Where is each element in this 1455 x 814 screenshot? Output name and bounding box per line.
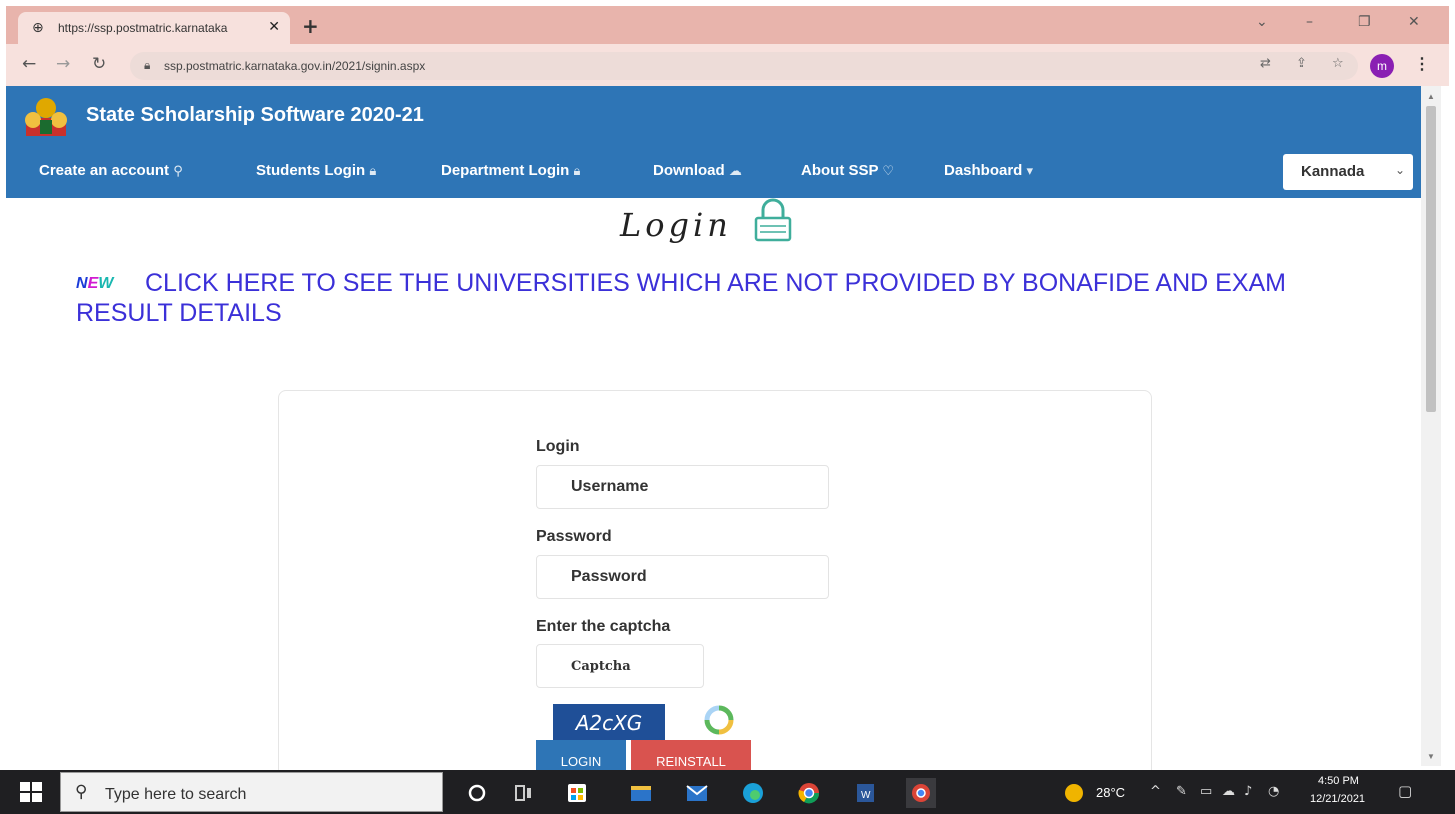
page-scrollbar[interactable]: ▲ ▼ [1421,86,1441,766]
captcha-image: A2cXG [553,704,665,740]
browser-toolbar: ← → ↻ 🔒︎ ssp.postmatric.karnataka.gov.in… [6,44,1449,86]
task-view-icon[interactable] [508,778,538,808]
forward-icon[interactable]: → [56,54,70,74]
wifi-icon[interactable]: ◔ [1268,784,1279,799]
share-icon[interactable]: ⇪ [1296,56,1307,71]
browser-tab-strip: ⊕ https://ssp.postmatric.karnataka ✕ + ⌄… [6,6,1449,44]
star-icon[interactable]: ☆ [1332,56,1344,71]
tab-title: https://ssp.postmatric.karnataka [58,21,228,35]
captcha-input[interactable] [536,644,704,688]
new-badge-letter: W [98,275,114,292]
padlock-icon [754,198,792,242]
login-label: Login [536,438,580,455]
nav-download[interactable]: Download ☁ [653,162,742,179]
state-emblem-icon [25,98,67,136]
password-label: Password [536,528,612,545]
restore-icon[interactable]: ❐ [1358,14,1371,30]
nav-label: About SSP [801,162,879,179]
new-badge-letter: N [76,275,88,292]
reinstall-button[interactable]: REINSTALL [631,740,751,770]
close-tab-icon[interactable]: ✕ [268,19,280,35]
new-badge: NEW [76,275,113,293]
reload-icon[interactable]: ↻ [92,54,106,74]
notifications-icon[interactable]: ▢ [1398,782,1412,800]
volume-icon[interactable]: ♪ [1244,784,1252,799]
svg-text:W: W [861,790,871,801]
clock-time[interactable]: 4:50 PM [1318,775,1359,787]
temperature-text: 28°C [1096,785,1126,800]
caret-down-icon: ▾ [1026,164,1034,179]
lock-icon: 🔒︎ [144,58,151,72]
nav-label: Department Login [441,162,570,179]
chrome-icon[interactable] [794,778,824,808]
chrome-active-icon[interactable] [906,778,936,808]
file-explorer-icon[interactable] [626,778,656,808]
search-icon: ⚲ [75,782,88,802]
site-title: State Scholarship Software 2020-21 [86,104,424,126]
language-select[interactable]: Kannada ⌄ [1283,154,1413,190]
search-placeholder: Type here to search [105,786,247,803]
scroll-thumb[interactable] [1426,106,1436,412]
menu-icon[interactable]: ⋮ [1414,54,1430,74]
store-icon[interactable] [562,778,592,808]
word-icon[interactable]: W [850,778,880,808]
taskbar-search[interactable]: ⚲ Type here to search [60,772,443,812]
translate-icon[interactable]: ⇄ [1260,56,1271,71]
refresh-captcha-icon[interactable] [702,704,736,736]
windows-start-icon[interactable] [20,782,42,802]
browser-tab[interactable]: ⊕ https://ssp.postmatric.karnataka ✕ [18,12,290,44]
nav-students-login[interactable]: Students Login 🔒︎ [256,162,376,179]
login-button[interactable]: LOGIN [536,740,626,770]
nav-department-login[interactable]: Department Login 🔒︎ [441,162,580,179]
lock-icon: 🔒︎ [369,164,377,179]
scroll-down-icon[interactable]: ▼ [1427,752,1435,761]
nav-label: Students Login [256,162,366,179]
lock-icon: 🔒︎ [573,164,581,179]
nav-label: Create an account [39,162,170,179]
universities-notice-link[interactable]: CLICK HERE TO SEE THE UNIVERSITIES WHICH… [76,268,1366,328]
chevron-down-icon: ⌄ [1394,163,1405,177]
scroll-up-icon[interactable]: ▲ [1427,92,1435,101]
new-badge-letter: E [87,275,99,292]
mail-icon[interactable] [682,778,712,808]
minimize-icon[interactable]: – [1306,14,1313,30]
user-icon: ⚲ [173,164,183,179]
nav-dashboard[interactable]: Dashboard ▾ [944,162,1033,179]
address-bar[interactable]: 🔒︎ ssp.postmatric.karnataka.gov.in/2021/… [130,52,1358,80]
captcha-text: A2cXG [575,711,643,735]
cloud-download-icon: ☁ [728,164,742,179]
new-tab-button[interactable]: + [302,14,319,38]
battery-icon[interactable]: ▭ [1200,784,1212,799]
globe-icon: ⊕ [32,20,44,36]
chevron-up-icon[interactable]: ^ [1150,784,1161,799]
nav-label: Dashboard [944,162,1023,179]
pen-icon[interactable]: ✎ [1176,784,1187,799]
profile-avatar[interactable]: m [1370,54,1394,78]
cortana-icon[interactable] [462,778,492,808]
close-window-icon[interactable]: ✕ [1408,14,1420,30]
screen: ⊕ https://ssp.postmatric.karnataka ✕ + ⌄… [0,0,1455,814]
back-icon[interactable]: ← [22,54,36,74]
captcha-label: Enter the captcha [536,618,671,635]
chevron-down-icon[interactable]: ⌄ [1256,14,1268,30]
edge-icon[interactable] [738,778,768,808]
windows-taskbar: ⚲ Type here to search W 28°C ^ ✎ ▭ ☁ ♪ ◔… [0,770,1455,814]
username-input[interactable] [536,465,829,509]
cloud-icon[interactable]: ☁ [1222,784,1235,799]
bulb-icon: ♡ [882,164,895,179]
nav-create-account[interactable]: Create an account ⚲ [39,162,183,179]
nav-label: Download [653,162,725,179]
login-heading: Login [620,206,732,244]
url-text: ssp.postmatric.karnataka.gov.in/2021/sig… [164,59,426,73]
nav-about-ssp[interactable]: About SSP ♡ [801,162,894,179]
language-value: Kannada [1301,163,1365,180]
site-header: State Scholarship Software 2020-21 Creat… [6,86,1421,198]
password-input[interactable] [536,555,829,599]
weather-sun-icon[interactable] [1062,778,1086,808]
clock-date[interactable]: 12/21/2021 [1310,793,1365,805]
